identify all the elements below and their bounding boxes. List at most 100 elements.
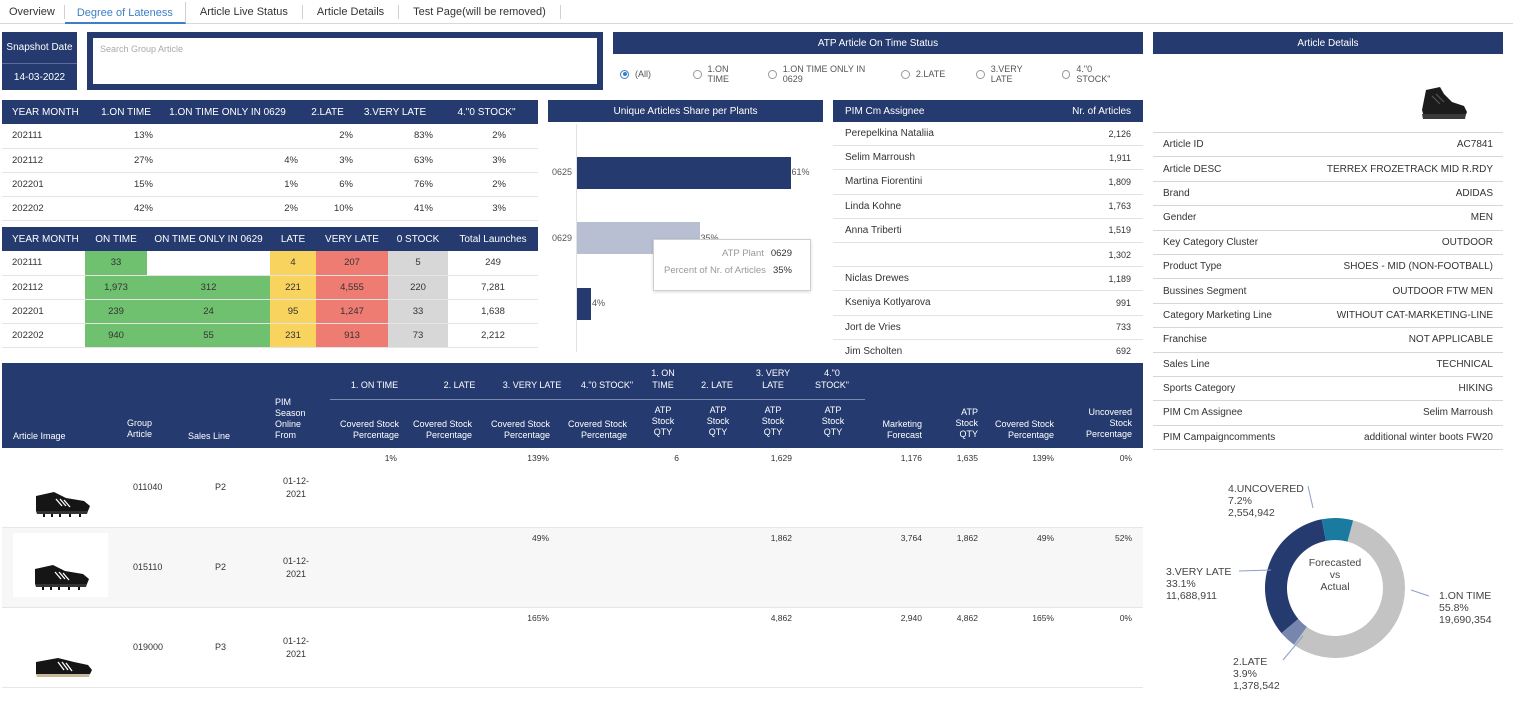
detail-row: Franchise NOT APPLICABLE (1153, 328, 1503, 353)
plant-label: 0625 (552, 167, 573, 177)
list-item[interactable]: 1,302 (833, 243, 1143, 268)
col-header[interactable]: ATP Stock QTY (647, 405, 679, 438)
shoe-image (13, 533, 108, 597)
list-item[interactable]: Martina Fiorentini 1,809 (833, 170, 1143, 195)
list-item[interactable]: Kseniya Kotlyarova 991 (833, 291, 1143, 316)
tooltip-key: Percent of Nr. of Articles (664, 265, 766, 276)
col-header[interactable]: ATP Stock QTY (952, 407, 978, 440)
table-row[interactable]: 019000 P3 01-12-2021 165% 4,862 2,940 4,… (2, 608, 1143, 688)
col-header[interactable]: PIM Cm Assignee (845, 106, 924, 117)
list-item[interactable]: Perepelkina Nataliia 2,126 (833, 122, 1143, 147)
tab-test-page[interactable]: Test Page(will be removed) (399, 4, 561, 19)
col-header[interactable]: Group Article (127, 418, 167, 440)
col-header[interactable]: Uncovered Stock Percentage (1072, 407, 1132, 440)
detail-row: Brand ADIDAS (1153, 182, 1503, 207)
snapshot-label: Snapshot Date (6, 41, 73, 53)
shoe-image (14, 468, 109, 530)
col-header[interactable]: Marketing Forecast (872, 419, 922, 441)
radio-on-time-only-0629[interactable]: 1.ON TIME ONLY IN 0629 (768, 64, 881, 84)
table-row: 202202 42% 2% 10% 41% 3% (2, 196, 538, 221)
col-header[interactable]: ATP Stock QTY (702, 405, 734, 438)
tab-overview[interactable]: Overview (0, 4, 65, 19)
radio-all[interactable]: (All) (620, 69, 651, 79)
col-header[interactable]: 2.LATE (300, 100, 355, 124)
table-header: PIM Cm Assignee Nr. of Articles (833, 100, 1143, 122)
group-header: 1. ON TIME (651, 368, 675, 390)
table-row[interactable]: 011040 P2 01-12-2021 1% 139% 6 1,629 1,1… (2, 448, 1143, 528)
col-header[interactable]: ATP Stock QTY (817, 405, 849, 438)
search-panel: Search Group Article (87, 32, 603, 90)
list-item[interactable]: Jim Scholten 692 (833, 340, 1143, 355)
tab-article-live-status[interactable]: Article Live Status (186, 4, 303, 19)
col-header[interactable]: Sales Line (188, 431, 230, 441)
col-header[interactable]: 1.ON TIME ONLY IN 0629 (155, 100, 300, 124)
article-stock-table-body: 011040 P2 01-12-2021 1% 139% 6 1,629 1,1… (2, 448, 1143, 700)
list-item[interactable]: Jort de Vries 733 (833, 316, 1143, 340)
tab-article-details[interactable]: Article Details (303, 4, 400, 19)
article-stock-table-header: 1. ON TIME 2. LATE 3. VERY LATE 4."0 STO… (2, 363, 1143, 448)
col-header[interactable]: PIM Season Online From (275, 397, 315, 441)
radio-very-late[interactable]: 3.VERY LATE (976, 64, 1043, 84)
group-header: 1. ON TIME (350, 380, 399, 390)
col-header[interactable]: YEAR MONTH (2, 100, 97, 124)
group-header: 2. LATE (701, 380, 733, 390)
donut-label-on-time: 1.ON TIME 55.8% 19,690,354 (1439, 590, 1492, 626)
radio-0-stock[interactable]: 4."0 STOCK" (1061, 64, 1125, 84)
snapshot-date: 14-03-2022 (2, 63, 77, 90)
table-row: 202202 940 55 231 913 73 2,212 (2, 323, 538, 348)
detail-row: PIM Campaigncomments additional winter bo… (1153, 426, 1503, 451)
article-image (1418, 84, 1470, 122)
tooltip-value: 0629 (770, 248, 792, 259)
table-header: YEAR MONTH ON TIME ON TIME ONLY IN 0629 … (2, 227, 538, 251)
col-header[interactable]: ATP Stock QTY (757, 405, 789, 438)
col-header[interactable]: 4."0 STOCK" (435, 100, 538, 124)
col-header[interactable]: Nr. of Articles (1072, 106, 1131, 117)
table-header: YEAR MONTH 1.ON TIME 1.ON TIME ONLY IN 0… (2, 100, 538, 124)
shoe-image (14, 622, 109, 684)
col-header[interactable]: ON TIME (85, 227, 147, 251)
radio-selected-icon (620, 69, 629, 79)
table-row: 202111 13% 2% 83% 2% (2, 124, 538, 149)
col-header[interactable]: 3.VERY LATE (355, 100, 435, 124)
col-header[interactable]: LATE (270, 227, 316, 251)
col-header[interactable]: Covered Stock Percentage (410, 419, 472, 441)
tab-degree-of-lateness[interactable]: Degree of Lateness (64, 1, 186, 24)
detail-row: Bussines Segment OUTDOOR FTW MEN (1153, 279, 1503, 304)
detail-row: Sales Line TECHNICAL (1153, 353, 1503, 377)
table-row: 202111 33 4 207 5 249 (2, 251, 538, 276)
col-header[interactable]: YEAR MONTH (2, 227, 85, 251)
leader-on-time (1410, 589, 1430, 597)
col-header[interactable]: VERY LATE (316, 227, 388, 251)
col-header[interactable]: Covered Stock Percentage (487, 419, 550, 441)
plant-bar-label: 4% (592, 298, 606, 308)
col-header[interactable]: Covered Stock Percentage (564, 419, 627, 441)
plant-bar[interactable] (577, 157, 791, 189)
radio-on-time[interactable]: 1.ON TIME (693, 64, 749, 84)
atp-status-title: ATP Article On Time Status (613, 32, 1143, 54)
donut-label-uncovered: 4.UNCOVERED 7.2% 2,554,942 (1228, 483, 1304, 519)
plants-chart-title: Unique Articles Share per Plants (548, 100, 823, 122)
plant-bar[interactable] (577, 288, 591, 320)
group-header: 2. LATE (443, 380, 476, 390)
col-header[interactable]: Article Image (13, 431, 66, 441)
radio-late[interactable]: 2.LATE (900, 69, 945, 79)
table-row[interactable]: 015110 P2 01-12-2021 49% 1,862 3,764 1,8… (2, 528, 1143, 608)
detail-row: Article ID AC7841 (1153, 133, 1503, 158)
col-header[interactable]: 1.ON TIME (97, 100, 155, 124)
list-item[interactable]: Linda Kohne 1,763 (833, 195, 1143, 219)
col-header[interactable]: Covered Stock Percentage (334, 419, 399, 441)
list-item[interactable]: Anna Triberti 1,519 (833, 219, 1143, 243)
season-date: 01-12-2021 (282, 476, 309, 499)
search-input[interactable]: Search Group Article (93, 38, 597, 84)
list-item[interactable]: Niclas Drewes 1,189 (833, 267, 1143, 292)
group-header-line (330, 399, 865, 400)
snapshot-date-card: Snapshot Date 14-03-2022 (2, 32, 77, 90)
list-item[interactable]: Selim Marroush 1,911 (833, 146, 1143, 171)
col-header[interactable]: Total Launches (448, 227, 538, 251)
article-details-list: Article ID AC7841 Article DESC TERREX FROZ… (1153, 132, 1503, 451)
col-header[interactable]: ON TIME ONLY IN 0629 (147, 227, 270, 251)
col-header[interactable]: 0 STOCK (388, 227, 448, 251)
group-header: 3. VERY LATE (755, 368, 791, 390)
col-header[interactable]: Covered Stock Percentage (992, 419, 1054, 441)
radio-icon (693, 69, 702, 79)
